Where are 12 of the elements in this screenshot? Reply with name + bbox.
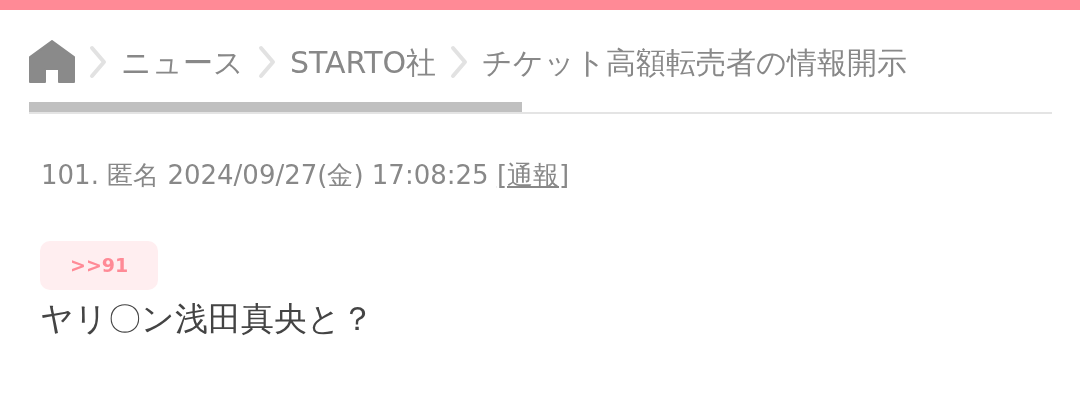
reply-anchor-link[interactable]: >>91	[40, 241, 159, 290]
post-body: ヤリ〇ン浅田真央と？	[40, 297, 375, 340]
report-link[interactable]: [通報]	[496, 160, 570, 190]
chevron-icon	[258, 45, 276, 79]
chevron-icon	[89, 45, 107, 79]
breadcrumb-link[interactable]: ニュース	[121, 39, 244, 85]
home-icon[interactable]	[29, 40, 75, 84]
breadcrumb-current: チケット高額転売者の情報開示	[482, 43, 908, 82]
chevron-icon	[450, 45, 469, 79]
scroll-bar[interactable]	[29, 102, 522, 112]
post-meta: 101. 匿名 2024/09/27(金) 17:08:25 [通報]	[40, 159, 571, 192]
breadcrumb-link[interactable]: STARTO社	[290, 39, 437, 85]
